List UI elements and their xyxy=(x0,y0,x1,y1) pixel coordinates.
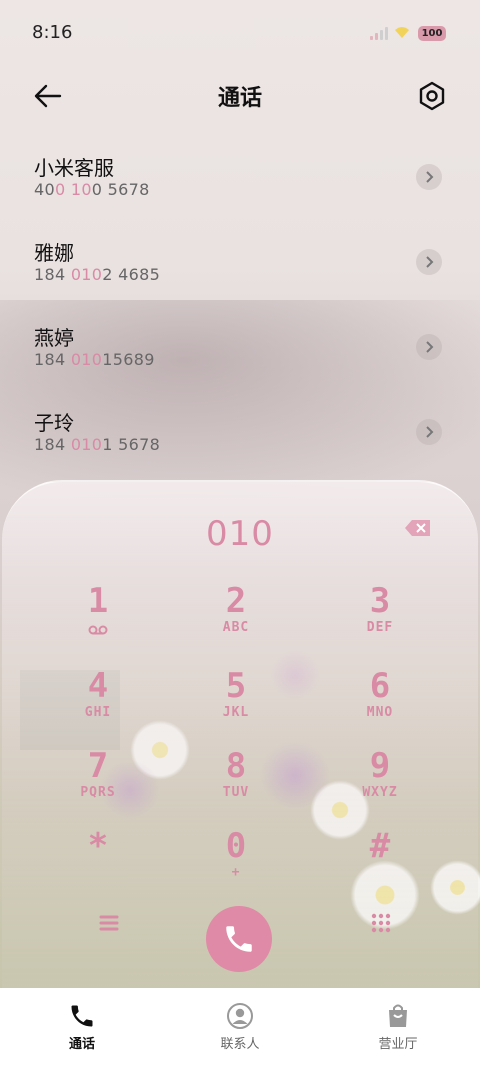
signal-icon xyxy=(370,26,388,40)
wifi-icon xyxy=(395,27,409,38)
dial-key-3[interactable]: 3 DEF xyxy=(320,582,440,652)
contact-name: 小米客服 xyxy=(34,156,114,180)
status-bar: 8:16 100 xyxy=(0,0,480,64)
menu-icon[interactable] xyxy=(98,912,120,934)
contact-name: 雅娜 xyxy=(34,241,74,265)
contact-name: 燕婷 xyxy=(34,326,74,350)
call-button[interactable] xyxy=(206,906,272,972)
header: 通话 xyxy=(0,68,480,124)
chevron-right-icon[interactable] xyxy=(416,419,442,445)
tab-store[interactable]: 营业厅 xyxy=(318,988,478,1067)
chevron-right-icon[interactable] xyxy=(416,164,442,190)
battery-icon: 100 xyxy=(418,26,446,41)
dial-key-8[interactable]: 8 TUV xyxy=(176,747,296,817)
dial-key-hash[interactable]: # xyxy=(320,827,440,897)
backspace-icon[interactable] xyxy=(404,518,432,538)
dial-key-0[interactable]: 0 + xyxy=(176,827,296,897)
tab-calls[interactable]: 通话 xyxy=(2,988,162,1067)
contact-number: 184 0102 4685 xyxy=(34,265,161,284)
page-title: 通话 xyxy=(217,86,262,111)
tab-contacts[interactable]: 联系人 xyxy=(160,988,320,1067)
dial-key-2[interactable]: 2 ABC xyxy=(176,582,296,652)
settings-icon[interactable] xyxy=(414,78,450,114)
bottom-tab-bar: 通话 联系人 营业厅 xyxy=(0,988,480,1067)
dial-key-7[interactable]: 7 PQRS xyxy=(38,747,158,817)
status-time: 8:16 xyxy=(32,22,73,43)
tab-label: 营业厅 xyxy=(378,1037,418,1052)
phone-icon xyxy=(71,1005,93,1027)
contact-row[interactable]: 小米客服 400 100 5678 xyxy=(0,140,480,225)
dial-key-1[interactable]: 1 xyxy=(38,582,158,652)
dialpad-grid-icon[interactable] xyxy=(370,912,392,934)
tab-label: 通话 xyxy=(68,1037,95,1052)
contact-row[interactable]: 燕婷 184 01015689 xyxy=(0,310,480,395)
chevron-right-icon[interactable] xyxy=(416,249,442,275)
contacts-icon xyxy=(227,1003,253,1029)
chevron-right-icon[interactable] xyxy=(416,334,442,360)
dial-key-5[interactable]: 5 JKL xyxy=(176,667,296,737)
dial-key-6[interactable]: 6 MNO xyxy=(320,667,440,737)
contact-number: 184 0101 5678 xyxy=(34,435,161,454)
dial-key-4[interactable]: 4 GHI xyxy=(38,667,158,737)
dial-key-9[interactable]: 9 WXYZ xyxy=(320,747,440,817)
contact-row[interactable]: 子玲 184 0101 5678 xyxy=(0,395,480,480)
store-bag-icon xyxy=(389,1004,407,1027)
contact-list: 小米客服 400 100 5678 雅娜 184 0102 4685 燕婷 18… xyxy=(0,140,480,480)
contact-number: 184 01015689 xyxy=(34,350,155,369)
voicemail-icon xyxy=(88,625,108,635)
tab-label: 联系人 xyxy=(220,1037,260,1052)
contact-row[interactable]: 雅娜 184 0102 4685 xyxy=(0,225,480,310)
phone-icon xyxy=(226,926,252,952)
dial-key-star[interactable]: * xyxy=(38,827,158,897)
contact-number: 400 100 5678 xyxy=(34,180,150,199)
contact-name: 子玲 xyxy=(34,411,74,435)
